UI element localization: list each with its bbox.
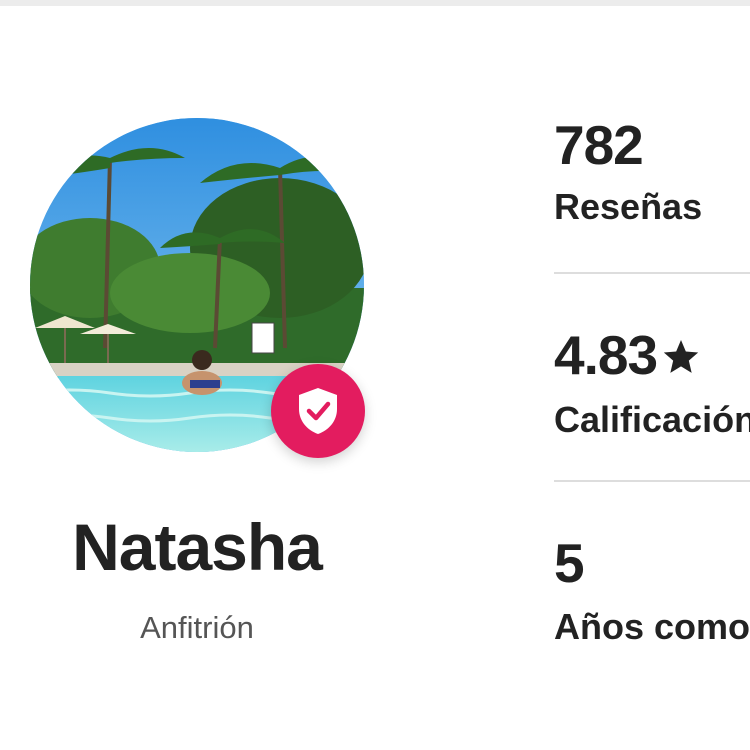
stats-divider [554, 480, 750, 482]
host-profile-card[interactable]: Natasha Anfitrión 782 Reseñas 4.83 Calif… [0, 6, 750, 750]
host-stats: 782 Reseñas 4.83 Calificación 5 Años com… [554, 6, 750, 750]
stats-divider [554, 272, 750, 274]
years-hosting-value: 5 [554, 532, 585, 594]
star-icon [661, 331, 701, 386]
rating-value-row: 4.83 [554, 328, 701, 386]
avatar-container [30, 118, 365, 458]
reviews-label: Reseñas [554, 186, 703, 227]
years-hosting-label: Años como anfitrión [554, 606, 750, 647]
verified-badge[interactable] [271, 364, 365, 458]
shield-check-icon [299, 388, 337, 434]
rating-value: 4.83 [554, 324, 658, 386]
host-name: Natasha [72, 510, 323, 584]
host-role: Anfitrión [140, 610, 254, 645]
reviews-count: 782 [554, 114, 644, 176]
rating-label: Calificación [554, 399, 750, 440]
